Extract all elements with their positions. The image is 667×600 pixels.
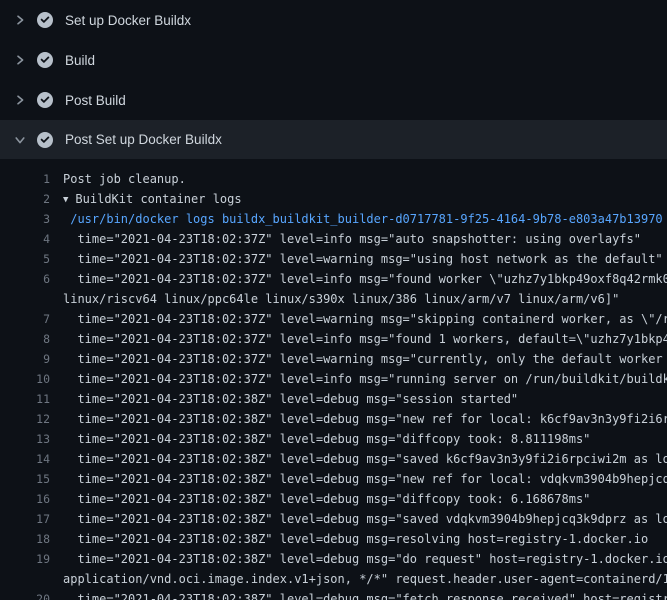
log-line-number[interactable]: 1 [0, 169, 50, 189]
log-line: 17 time="2021-04-23T18:02:38Z" level=deb… [0, 509, 667, 529]
collapse-caret-icon[interactable]: ▼ [63, 190, 68, 210]
log-line-text: time="2021-04-23T18:02:38Z" level=debug … [63, 549, 667, 569]
log-line: 15 time="2021-04-23T18:02:38Z" level=deb… [0, 469, 667, 489]
log-group-title: BuildKit container logs [75, 192, 241, 206]
log-line: 7 time="2021-04-23T18:02:37Z" level=warn… [0, 309, 667, 329]
log-line-number[interactable]: 13 [0, 429, 50, 449]
log-group-header[interactable]: ▼ BuildKit container logs [63, 189, 667, 211]
log-line-number[interactable]: 15 [0, 469, 50, 489]
log-line-number[interactable]: 18 [0, 529, 50, 549]
step-header-build[interactable]: Build [0, 40, 667, 80]
log-line-number[interactable]: 9 [0, 349, 50, 369]
step-title: Post Build [65, 93, 126, 108]
log-line-text: linux/riscv64 linux/ppc64le linux/s390x … [63, 289, 667, 309]
check-circle-icon [37, 132, 53, 148]
log-line-text: time="2021-04-23T18:02:38Z" level=debug … [63, 449, 667, 469]
log-line-number[interactable]: 11 [0, 389, 50, 409]
chevron-right-icon[interactable] [12, 52, 28, 68]
check-circle-icon [37, 92, 53, 108]
log-line: 16 time="2021-04-23T18:02:38Z" level=deb… [0, 489, 667, 509]
log-line-number[interactable]: 19 [0, 549, 50, 569]
log-panel: 1 Post job cleanup. 2 ▼ BuildKit container l… [0, 159, 667, 600]
log-line: 6 time="2021-04-23T18:02:37Z" level=info… [0, 269, 667, 289]
actions-log-viewer: Set up Docker Buildx Build Post Build Post … [0, 0, 667, 600]
log-line: 10 time="2021-04-23T18:02:37Z" level=inf… [0, 369, 667, 389]
log-line-text: application/vnd.oci.image.index.v1+json,… [63, 569, 667, 589]
log-line: 14 time="2021-04-23T18:02:38Z" level=deb… [0, 449, 667, 469]
log-line-text: Post job cleanup. [63, 169, 667, 189]
log-line-number[interactable]: 20 [0, 589, 50, 600]
log-line-text: time="2021-04-23T18:02:37Z" level=warnin… [63, 349, 667, 369]
log-line-number[interactable]: 3 [0, 209, 50, 229]
step-header-post-set-up-docker-buildx[interactable]: Post Set up Docker Buildx [0, 120, 667, 159]
log-line-text: time="2021-04-23T18:02:37Z" level=info m… [63, 329, 667, 349]
log-line: 20 time="2021-04-23T18:02:38Z" level=deb… [0, 589, 667, 600]
step-title: Set up Docker Buildx [65, 13, 191, 28]
log-line: 2 ▼ BuildKit container logs [0, 189, 667, 209]
log-line-number[interactable]: 6 [0, 269, 50, 289]
log-line-text: time="2021-04-23T18:02:38Z" level=debug … [63, 509, 667, 529]
check-circle-icon [37, 52, 53, 68]
log-line: 4 time="2021-04-23T18:02:37Z" level=info… [0, 229, 667, 249]
log-line: 19 time="2021-04-23T18:02:38Z" level=deb… [0, 549, 667, 569]
log-line-number[interactable]: 12 [0, 409, 50, 429]
log-line-number[interactable]: 2 [0, 189, 50, 209]
log-line-number[interactable]: 17 [0, 509, 50, 529]
log-line-text: time="2021-04-23T18:02:38Z" level=debug … [63, 389, 667, 409]
log-line-continuation: linux/riscv64 linux/ppc64le linux/s390x … [0, 289, 667, 309]
log-line-text: time="2021-04-23T18:02:38Z" level=debug … [63, 489, 667, 509]
log-line-number[interactable]: 5 [0, 249, 50, 269]
log-line: 5 time="2021-04-23T18:02:37Z" level=warn… [0, 249, 667, 269]
log-line-number[interactable]: 14 [0, 449, 50, 469]
log-line-number[interactable]: 4 [0, 229, 50, 249]
step-header-post-build[interactable]: Post Build [0, 80, 667, 120]
log-line: 13 time="2021-04-23T18:02:38Z" level=deb… [0, 429, 667, 449]
log-line-number[interactable]: 8 [0, 329, 50, 349]
log-command-text: /usr/bin/docker logs buildx_buildkit_bui… [63, 209, 667, 229]
log-line-text: time="2021-04-23T18:02:38Z" level=debug … [63, 409, 667, 429]
log-line: 1 Post job cleanup. [0, 169, 667, 189]
log-line: 8 time="2021-04-23T18:02:37Z" level=info… [0, 329, 667, 349]
log-line-number[interactable]: 16 [0, 489, 50, 509]
steps-list: Set up Docker Buildx Build Post Build Post … [0, 0, 667, 159]
log-line: 12 time="2021-04-23T18:02:38Z" level=deb… [0, 409, 667, 429]
log-line-text: time="2021-04-23T18:02:38Z" level=debug … [63, 429, 667, 449]
log-line-text: time="2021-04-23T18:02:37Z" level=warnin… [63, 249, 667, 269]
step-header-set-up-docker-buildx[interactable]: Set up Docker Buildx [0, 0, 667, 40]
log-line: 3 /usr/bin/docker logs buildx_buildkit_b… [0, 209, 667, 229]
log-line: 18 time="2021-04-23T18:02:38Z" level=deb… [0, 529, 667, 549]
log-line-text: time="2021-04-23T18:02:38Z" level=debug … [63, 589, 667, 600]
log-line: 9 time="2021-04-23T18:02:37Z" level=warn… [0, 349, 667, 369]
log-line-text: time="2021-04-23T18:02:37Z" level=info m… [63, 369, 667, 389]
log-line-continuation: application/vnd.oci.image.index.v1+json,… [0, 569, 667, 589]
chevron-right-icon[interactable] [12, 12, 28, 28]
log-line-text: time="2021-04-23T18:02:37Z" level=info m… [63, 269, 667, 289]
step-title: Post Set up Docker Buildx [65, 132, 222, 147]
chevron-right-icon[interactable] [12, 92, 28, 108]
log-line-number[interactable]: 7 [0, 309, 50, 329]
chevron-down-icon[interactable] [12, 132, 28, 148]
log-line-text: time="2021-04-23T18:02:37Z" level=info m… [63, 229, 667, 249]
log-line: 11 time="2021-04-23T18:02:38Z" level=deb… [0, 389, 667, 409]
log-line-number[interactable]: 10 [0, 369, 50, 389]
step-title: Build [65, 53, 95, 68]
log-line-text: time="2021-04-23T18:02:38Z" level=debug … [63, 469, 667, 489]
log-line-text: time="2021-04-23T18:02:38Z" level=debug … [63, 529, 667, 549]
check-circle-icon [37, 12, 53, 28]
log-line-text: time="2021-04-23T18:02:37Z" level=warnin… [63, 309, 667, 329]
